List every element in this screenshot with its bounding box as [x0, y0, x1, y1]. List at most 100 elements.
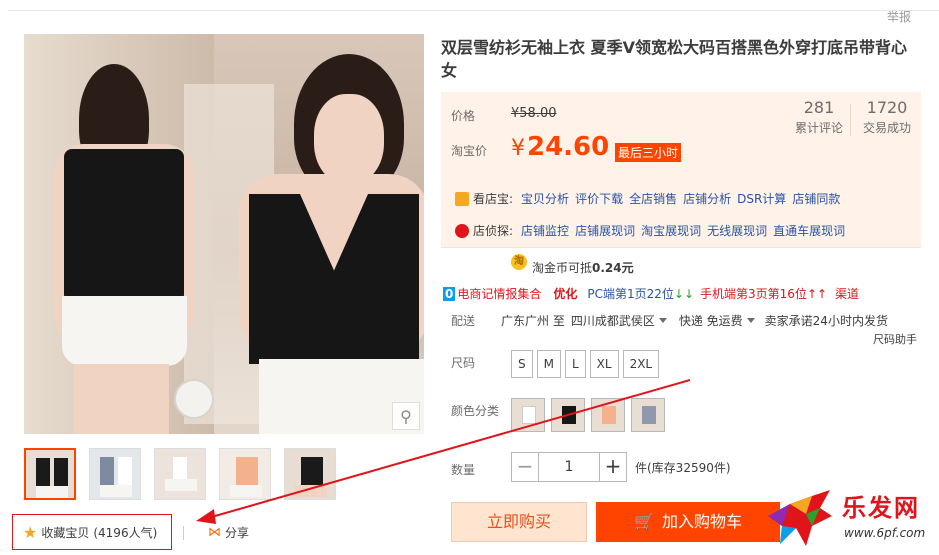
stock-text: 件(库存32590件) [635, 460, 731, 475]
quantity-stepper: − 1 + 件(库存32590件) [511, 452, 731, 482]
watermark-url: www.6pf.com [844, 526, 926, 540]
current-price: ¥24.60 [511, 132, 609, 162]
kandian-link-4[interactable]: 店铺分析 [683, 190, 731, 207]
color-options [511, 398, 665, 432]
cart-icon: 🛒 [634, 512, 654, 531]
share-icon: ⋈ [208, 525, 221, 540]
shipping-to: 四川成都武侯区 [570, 314, 655, 328]
shipping-label: 配送 [451, 314, 476, 328]
kandianbao-name: 看店宝: [473, 192, 514, 206]
currency-symbol: ¥ [511, 136, 525, 161]
kandian-link-5[interactable]: DSR计算 [737, 190, 786, 207]
taojinbi-prefix: 淘金币可抵 [532, 261, 593, 275]
size-option-s[interactable]: S [511, 350, 533, 378]
size-option-m[interactable]: M [536, 350, 561, 378]
current-price-value: 24.60 [527, 132, 610, 162]
thumbnail-3[interactable] [154, 448, 206, 500]
color-option-3[interactable] [591, 398, 625, 432]
color-label: 颜色分类 [451, 404, 500, 418]
down-arrows-icon: ↓↓ [673, 286, 695, 301]
shipping-promise: 卖家承诺24小时内发货 [764, 314, 888, 328]
size-option-2xl[interactable]: 2XL [622, 350, 660, 378]
kandian-link-1[interactable]: 宝贝分析 [521, 190, 569, 207]
dianzhentan-row: 店侦探: 店铺监控 店铺展现词 淘宝展现词 无线展现词 直通车展现词 [455, 222, 851, 239]
plugin-pc-rank[interactable]: PC端第1页22位 [587, 285, 674, 302]
main-product-image[interactable]: ⚲ [24, 34, 424, 434]
shipping-from: 广东广州 至 [501, 314, 565, 328]
zhentan-link-3[interactable]: 淘宝展现词 [641, 222, 701, 239]
favorite-label: 收藏宝贝 [41, 525, 90, 540]
dianzhentan-icon [455, 223, 469, 238]
taojinbi-row: 淘 淘金币可抵0.24元 [441, 247, 921, 283]
share-button[interactable]: ⋈ 分享 [208, 524, 249, 541]
plugin-badge: 0 [443, 286, 456, 301]
zhentan-link-1[interactable]: 店铺监控 [521, 222, 569, 239]
taojinbi-icon: 淘 [511, 254, 527, 270]
favorite-button[interactable]: ★ 收藏宝贝 (4196人气) [12, 514, 172, 550]
kandianbao-icon [455, 191, 469, 206]
thumbnail-4[interactable] [219, 448, 271, 500]
buy-now-button[interactable]: 立即购买 [451, 502, 587, 542]
price-panel: 价格 ¥58.00 淘宝价 ¥24.60 最后三小时 281 累计评论 1720… [441, 92, 921, 247]
size-label: 尺码 [451, 356, 476, 370]
price-label: 价格 [451, 109, 476, 123]
size-option-l[interactable]: L [564, 350, 586, 378]
shipping-destination-select[interactable]: 四川成都武侯区 [571, 312, 673, 329]
zhentan-link-2[interactable]: 店铺展现词 [575, 222, 635, 239]
sales-stat: 1720 交易成功 [857, 98, 917, 136]
sales-label: 交易成功 [862, 121, 911, 135]
quantity-input[interactable]: 1 [539, 452, 599, 482]
stat-divider [850, 104, 851, 136]
plugin-rank-row: 0 电商记情报集合 优化 PC端第1页22位 ↓↓ 手机端第3页第16位 ↑↑ … [443, 285, 859, 302]
zhentan-link-5[interactable]: 直通车展现词 [773, 222, 845, 239]
taojinbi-amount: 0.24元 [592, 261, 634, 275]
kandian-link-3[interactable]: 全店销售 [629, 190, 677, 207]
site-watermark-logo: 乐发网 www.6pf.com [760, 486, 938, 552]
quantity-minus-button[interactable]: − [511, 452, 539, 482]
share-label: 分享 [225, 526, 250, 540]
zoom-icon[interactable]: ⚲ [392, 402, 420, 430]
quantity-plus-button[interactable]: + [599, 452, 627, 482]
dianzhentan-name: 店侦探: [473, 224, 514, 238]
favorite-count: (4196人气) [93, 525, 158, 540]
thumbnail-strip [24, 448, 336, 500]
taobao-price-label: 淘宝价 [451, 144, 488, 158]
size-option-xl[interactable]: XL [589, 350, 619, 378]
zhentan-link-4[interactable]: 无线展现词 [707, 222, 767, 239]
size-helper-link[interactable]: 尺码助手 [873, 331, 917, 347]
shipping-method: 快递 免运费 [678, 314, 743, 328]
add-to-cart-button[interactable]: 🛒 加入购物车 [596, 502, 780, 542]
color-option-2[interactable] [551, 398, 585, 432]
shipping-method-select[interactable]: 快递 免运费 [679, 312, 761, 329]
up-arrows-icon: ↑↑ [806, 286, 828, 301]
color-option-1[interactable] [511, 398, 545, 432]
divider [183, 526, 184, 540]
reviews-label: 累计评论 [794, 121, 843, 135]
watermark-name: 乐发网 [842, 493, 920, 522]
quantity-label: 数量 [451, 463, 476, 477]
chevron-down-icon [658, 318, 667, 323]
model-face [314, 94, 384, 184]
model-handbag [174, 379, 214, 419]
plugin-channel[interactable]: 渠道 [835, 285, 859, 302]
sales-count: 1720 [866, 98, 908, 117]
model-legs-back [74, 364, 169, 434]
chevron-down-icon [746, 318, 755, 323]
plugin-mobile-rank[interactable]: 手机端第3页第16位 [700, 285, 807, 302]
report-link[interactable]: 举报 [887, 8, 911, 25]
model-shorts-back [62, 296, 187, 366]
shipping-row: 配送 广东广州 至 四川成都武侯区 快递 免运费 卖家承诺24小时内发货 [441, 312, 921, 329]
kandian-link-2[interactable]: 评价下载 [575, 190, 623, 207]
kandian-link-6[interactable]: 店铺同款 [792, 190, 840, 207]
promo-badge: 最后三小时 [615, 143, 682, 162]
size-options: S M L XL 2XL [511, 350, 660, 378]
color-option-4[interactable] [631, 398, 665, 432]
thumbnail-2[interactable] [89, 448, 141, 500]
reviews-stat[interactable]: 281 累计评论 [791, 98, 847, 136]
original-price: ¥58.00 [511, 106, 557, 121]
star-icon: ★ [23, 522, 38, 542]
thumbnail-5[interactable] [284, 448, 336, 500]
plugin-optimize[interactable]: 优化 [553, 285, 577, 302]
plugin-name[interactable]: 电商记情报集合 [457, 285, 541, 302]
thumbnail-1[interactable] [24, 448, 76, 500]
